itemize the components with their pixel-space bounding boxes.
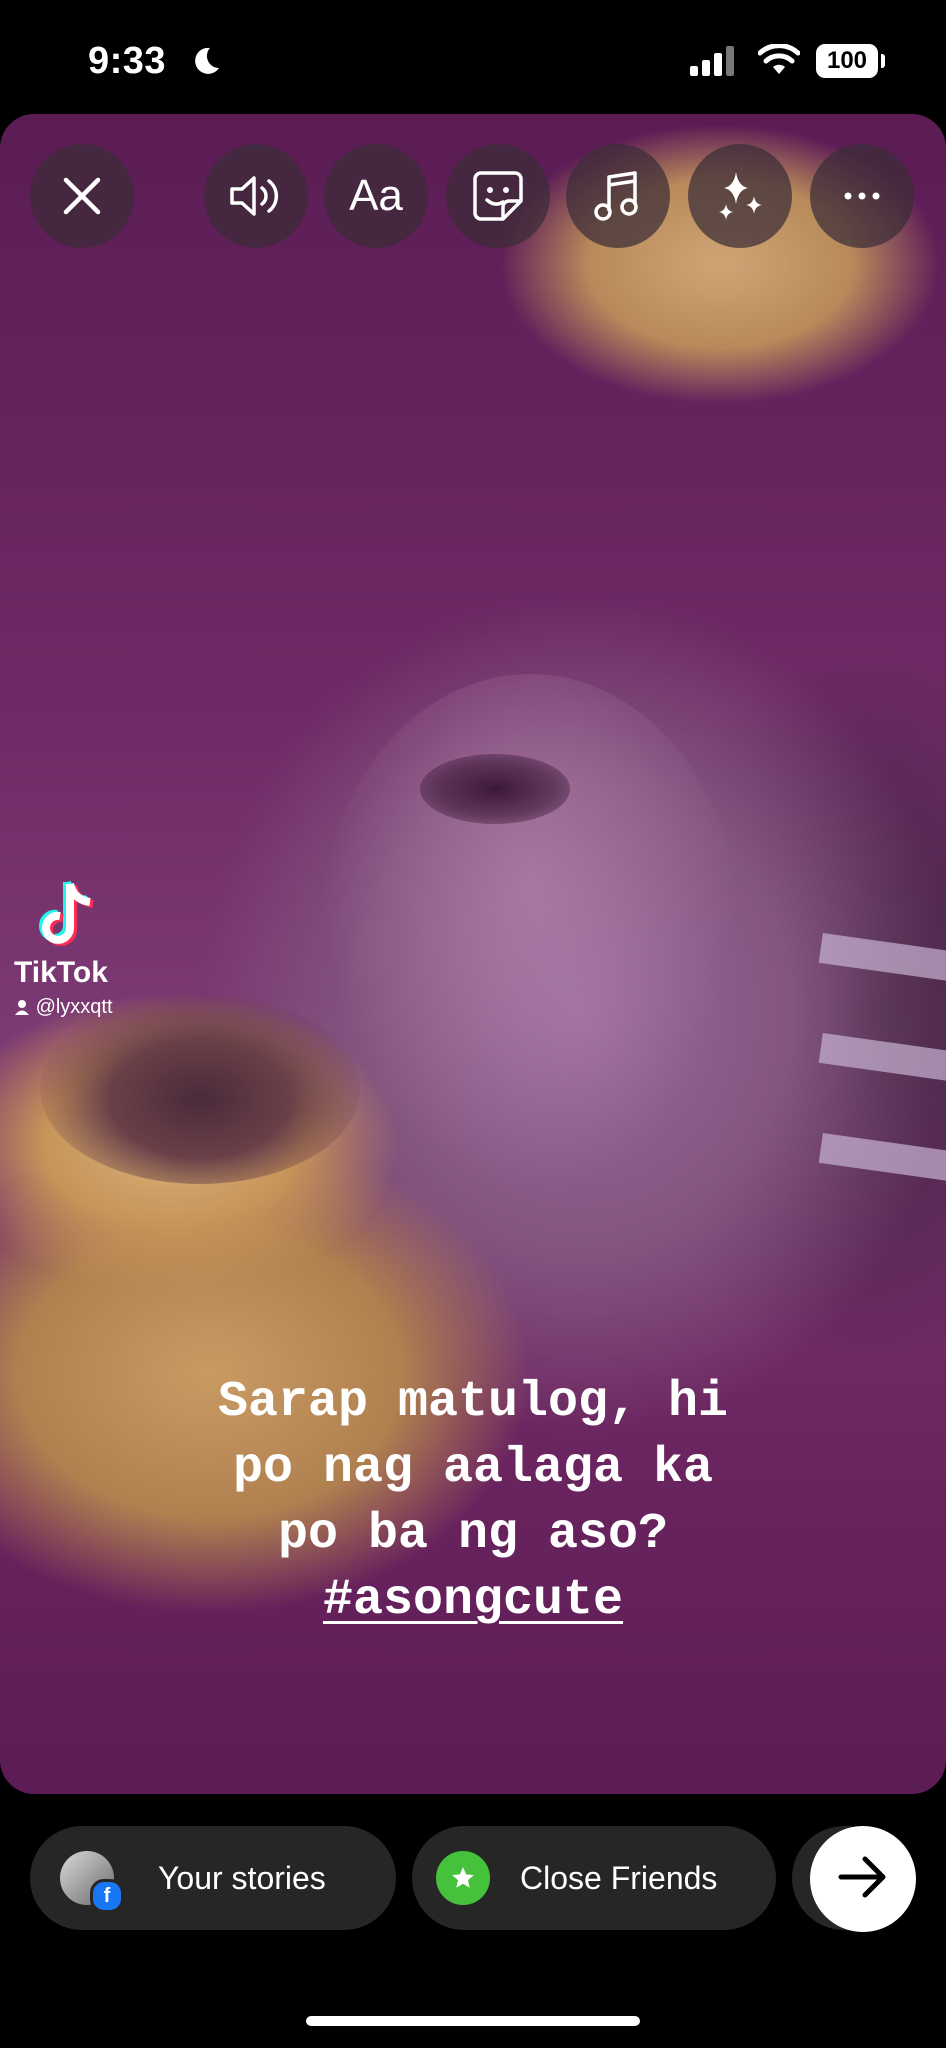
home-indicator[interactable] [306, 2016, 640, 2026]
caption-line: po ba ng aso? [277, 1506, 669, 1563]
caption-line: po nag aalaga ka [232, 1440, 714, 1497]
your-stories-label: Your stories [158, 1859, 326, 1896]
text-button[interactable]: Aa [324, 144, 428, 248]
shirt-stripe [818, 933, 946, 985]
more-icon [842, 191, 882, 201]
arrow-right-icon [837, 1855, 889, 1904]
dog-nose-filter [40, 994, 360, 1184]
story-caption[interactable]: Sarap matulog, hi po nag aalaga ka po ba… [100, 1370, 846, 1634]
battery-tip [881, 54, 885, 68]
speaker-icon [228, 172, 284, 220]
close-button[interactable] [30, 144, 134, 248]
caption-hashtag[interactable]: #asongcute [323, 1572, 623, 1629]
text-icon: Aa [349, 171, 403, 220]
sound-button[interactable] [204, 144, 308, 248]
music-button[interactable] [566, 144, 670, 248]
tiktok-logo-icon [36, 878, 106, 957]
share-next-button[interactable] [810, 1826, 916, 1932]
your-stories-button[interactable]: f Your stories [30, 1826, 396, 1930]
sticker-icon [471, 169, 525, 223]
face-highlight [320, 674, 740, 1194]
status-time: 9:33 [88, 40, 167, 82]
signal-icon [690, 46, 738, 81]
eye-shadow [420, 754, 570, 824]
shirt-stripe [818, 1033, 946, 1085]
user-icon [14, 996, 36, 1018]
wifi-icon [757, 43, 801, 81]
shirt-stripe [818, 1133, 946, 1185]
more-button[interactable] [810, 144, 914, 248]
tiktok-brand: TikTok [14, 956, 108, 989]
close-friends-button[interactable]: Close Friends [412, 1826, 776, 1930]
effects-icon [712, 168, 768, 224]
facebook-badge-icon: f [90, 1879, 124, 1913]
effects-button[interactable] [688, 144, 792, 248]
caption-line: Sarap matulog, hi [217, 1374, 729, 1431]
tiktok-username: @lyxxqtt [14, 996, 113, 1019]
music-icon [593, 169, 643, 223]
moon-icon [188, 44, 222, 83]
status-bar: 9:33 100 [0, 0, 946, 110]
avatar: f [60, 1851, 124, 1913]
sticker-button[interactable] [446, 144, 550, 248]
close-icon [60, 174, 104, 218]
close-friends-label: Close Friends [520, 1859, 718, 1896]
tiktok-username-text: @lyxxqtt [35, 996, 113, 1018]
battery-icon: 100 [816, 44, 878, 78]
star-icon [436, 1851, 490, 1905]
